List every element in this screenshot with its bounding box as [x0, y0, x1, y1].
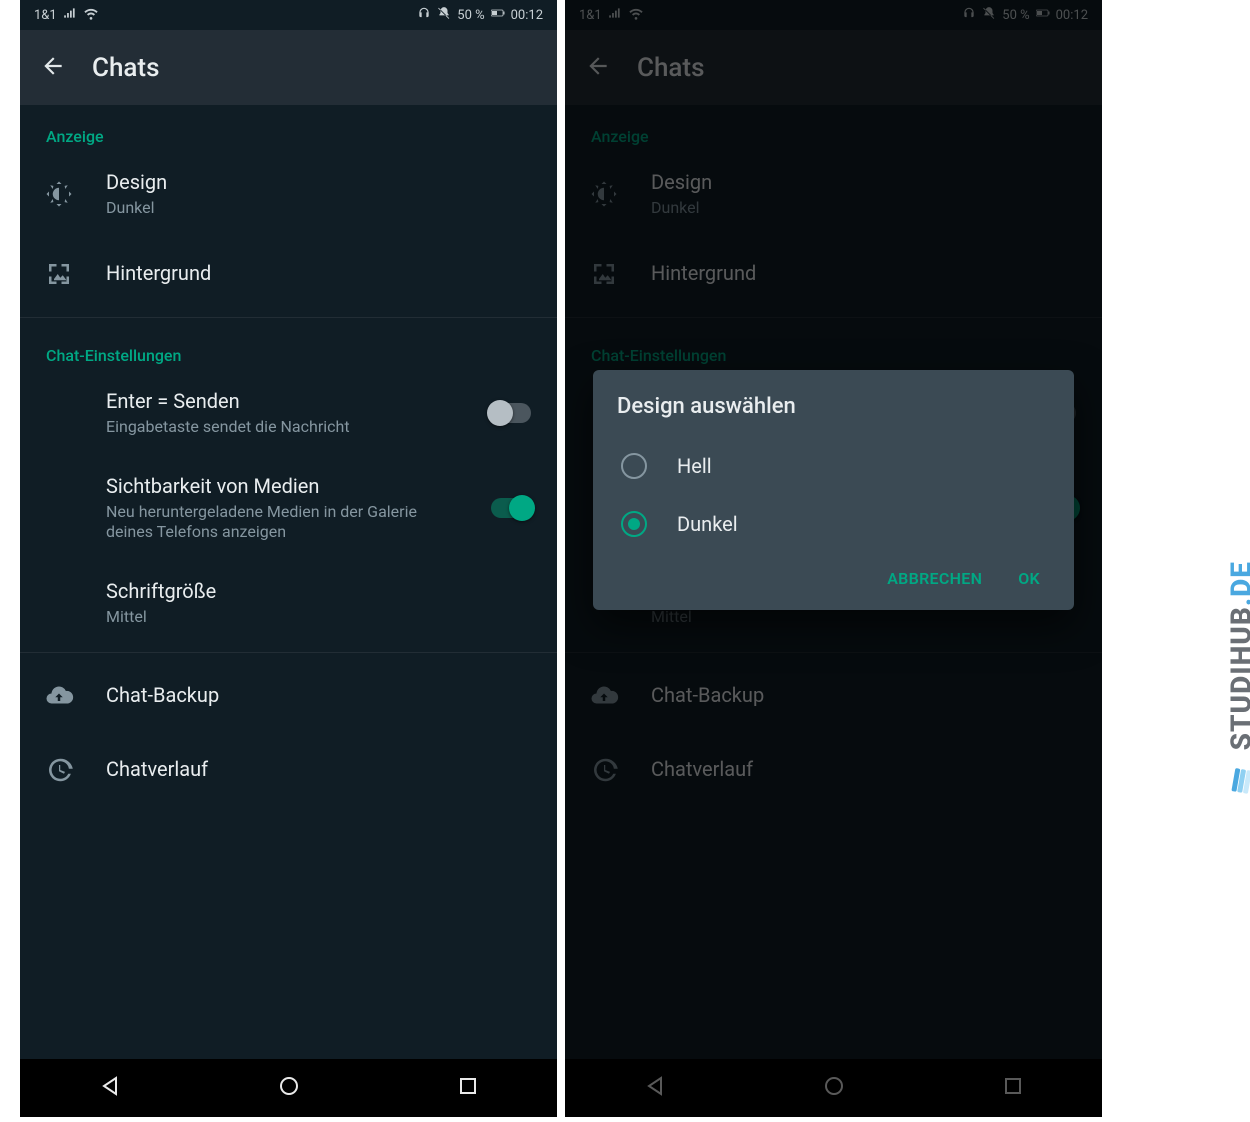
radio-icon: [621, 511, 647, 537]
row-enter-send[interactable]: Enter = Senden Eingabetaste sendet die N…: [20, 371, 557, 456]
row-design-subtitle: Dunkel: [106, 198, 537, 219]
row-enter-send-title: Enter = Senden: [106, 389, 463, 414]
section-chat-settings-label: Chat-Einstellungen: [20, 324, 557, 371]
row-chat-history-title: Chatverlauf: [106, 757, 537, 782]
nav-recent-icon[interactable]: [456, 1074, 480, 1102]
nav-back-icon[interactable]: [98, 1074, 122, 1102]
row-chat-backup[interactable]: Chat-Backup: [20, 659, 557, 733]
watermark: STUDIHUB.DE: [1218, 561, 1250, 800]
dialog-ok-button[interactable]: OK: [1018, 569, 1040, 588]
row-font-size-subtitle: Mittel: [106, 607, 537, 628]
row-font-size[interactable]: Schriftgröße Mittel: [20, 561, 557, 646]
row-media-visibility-title: Sichtbarkeit von Medien: [106, 474, 463, 499]
radio-option-light[interactable]: Hell: [617, 437, 1050, 495]
radio-option-dark[interactable]: Dunkel: [617, 495, 1050, 553]
page-title: Chats: [92, 53, 159, 83]
wallpaper-icon: [40, 259, 78, 289]
phone-screenshot-left: 1&1 50 % 00:12 Chats: [20, 0, 557, 1117]
design-dialog: Design auswählen Hell Dunkel ABBRECHEN O…: [593, 370, 1074, 610]
radio-label-light: Hell: [677, 454, 712, 478]
cloud-upload-icon: [40, 681, 78, 711]
battery-percent: 50 %: [457, 8, 484, 23]
row-chat-history[interactable]: Chatverlauf: [20, 733, 557, 807]
headphones-icon: [417, 6, 431, 24]
row-design[interactable]: Design Dunkel: [20, 152, 557, 237]
row-chat-backup-title: Chat-Backup: [106, 683, 537, 708]
dialog-cancel-button[interactable]: ABBRECHEN: [887, 569, 982, 588]
row-font-size-title: Schriftgröße: [106, 579, 537, 604]
android-navbar: [20, 1059, 557, 1117]
status-bar: 1&1 50 % 00:12: [20, 0, 557, 30]
mute-icon: [437, 6, 451, 24]
row-wallpaper[interactable]: Hintergrund: [20, 237, 557, 311]
app-bar: Chats: [20, 30, 557, 105]
toggle-enter-send[interactable]: [491, 403, 531, 423]
clock-label: 00:12: [511, 8, 543, 23]
phone-screenshot-right: 1&1 50 % 00:12 Chats Anzeige: [565, 0, 1102, 1117]
wifi-icon: [83, 5, 99, 25]
radio-icon: [621, 453, 647, 479]
row-media-visibility-subtitle: Neu heruntergeladene Medien in der Galer…: [106, 502, 463, 544]
row-wallpaper-title: Hintergrund: [106, 261, 537, 286]
carrier-label: 1&1: [34, 8, 57, 23]
watermark-logo-icon: [1218, 760, 1250, 800]
row-media-visibility[interactable]: Sichtbarkeit von Medien Neu heruntergela…: [20, 456, 557, 562]
dialog-title: Design auswählen: [617, 394, 1050, 419]
radio-label-dark: Dunkel: [677, 512, 738, 536]
watermark-text: STUDIHUB.DE: [1224, 561, 1250, 750]
divider: [20, 652, 557, 653]
row-design-title: Design: [106, 170, 537, 195]
row-enter-send-subtitle: Eingabetaste sendet die Nachricht: [106, 417, 463, 438]
section-display-label: Anzeige: [20, 105, 557, 152]
battery-icon: [491, 6, 505, 24]
brightness-icon: [40, 179, 78, 209]
nav-home-icon[interactable]: [277, 1074, 301, 1102]
back-icon[interactable]: [40, 53, 66, 83]
divider: [20, 317, 557, 318]
signal-icon: [63, 6, 77, 24]
toggle-media-visibility[interactable]: [491, 498, 531, 518]
history-icon: [40, 755, 78, 785]
